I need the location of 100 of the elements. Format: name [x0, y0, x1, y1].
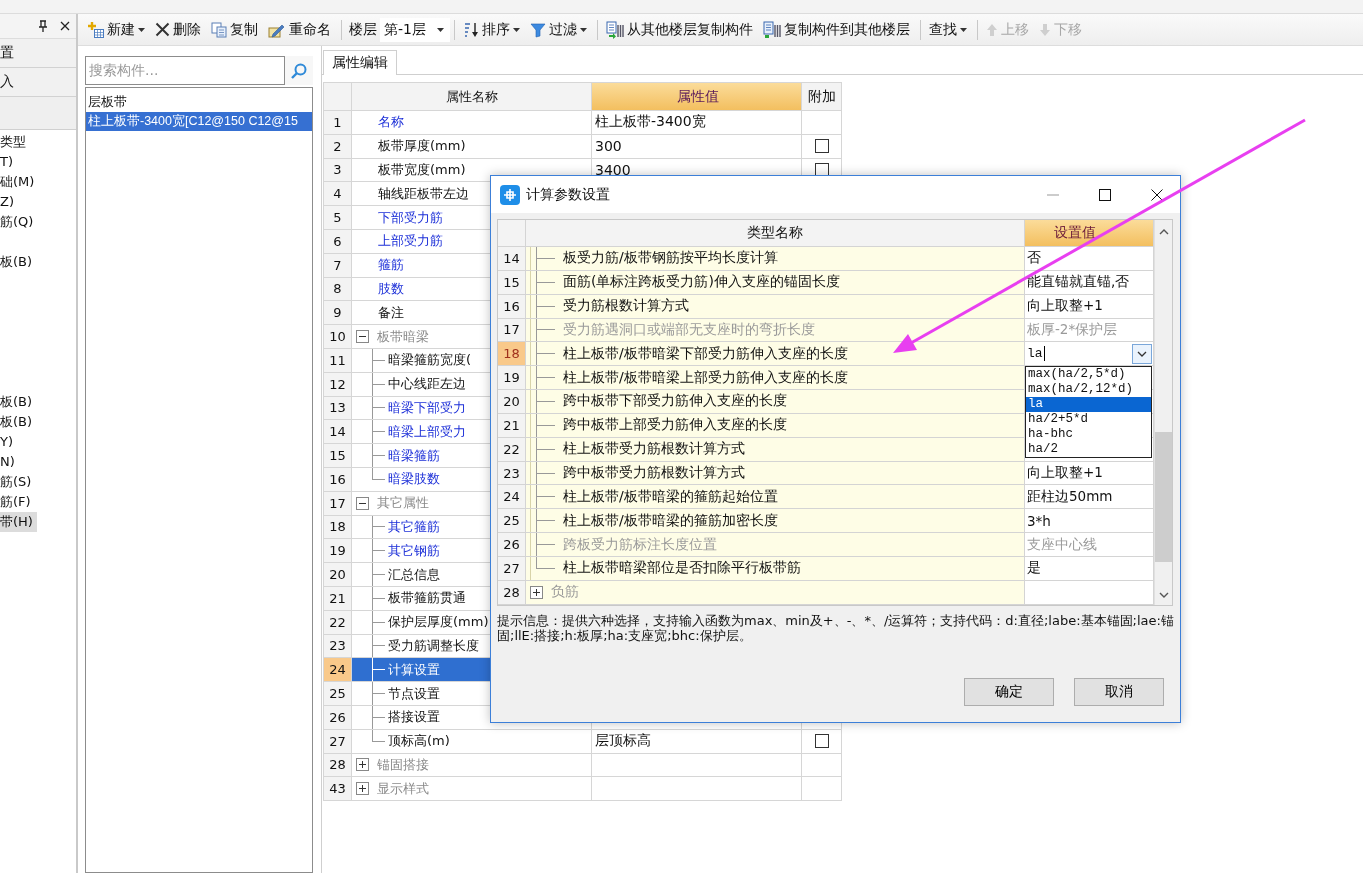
- floor-select[interactable]: 第-1层: [380, 17, 450, 42]
- toolbar-button[interactable]: 查找: [925, 16, 971, 43]
- up-arrow-icon: [986, 22, 998, 37]
- row-number: 1: [324, 111, 352, 135]
- dropdown-option[interactable]: max(ha/2,12*d): [1026, 382, 1151, 397]
- caret-icon: [437, 27, 444, 32]
- list-item[interactable]: 层板带: [86, 93, 312, 112]
- property-name: 名称: [352, 111, 592, 135]
- setting-value[interactable]: 距柱边50mm: [1025, 485, 1154, 510]
- tree-item[interactable]: N): [0, 452, 19, 472]
- collapse-icon[interactable]: [356, 330, 369, 344]
- row-number: 21: [498, 413, 526, 438]
- tree-item[interactable]: 板(B): [0, 412, 37, 432]
- setting-value[interactable]: 向上取整+1: [1025, 461, 1154, 486]
- search-button[interactable]: [285, 56, 313, 85]
- tree-item[interactable]: Z): [0, 192, 18, 212]
- tree-item[interactable]: 板(B): [0, 392, 37, 412]
- toolbar-button[interactable]: 新建: [84, 16, 149, 43]
- toolbar-button[interactable]: 删除: [151, 16, 205, 43]
- tree-item[interactable]: 类型: [0, 132, 30, 152]
- documents-arrow-icon: [606, 20, 624, 39]
- dropdown-button[interactable]: [1132, 343, 1152, 364]
- value-field[interactable]: la: [1025, 342, 1132, 366]
- dropdown-option[interactable]: max(ha/2,5*d): [1026, 367, 1151, 382]
- tree-item[interactable]: Y): [0, 432, 17, 452]
- property-value[interactable]: 300: [592, 134, 802, 159]
- row-number: 9: [324, 301, 352, 326]
- dialog-button[interactable]: 确定: [964, 678, 1054, 706]
- setting-name: 跨板受力筋标注长度位置: [526, 533, 1025, 557]
- row-number: 20: [324, 563, 352, 587]
- setting-value[interactable]: 3*h: [1025, 509, 1154, 534]
- column-header: 设置值: [1025, 220, 1154, 247]
- dropdown-option[interactable]: ha/2+5*d: [1026, 412, 1151, 427]
- scrollbar-thumb[interactable]: [1155, 432, 1172, 562]
- property-name: 顶标高(m): [352, 729, 592, 754]
- dropdown-option[interactable]: la: [1026, 397, 1151, 412]
- plus-grid-icon: [88, 21, 104, 38]
- property-name: 板带厚度(mm): [352, 134, 592, 159]
- checkbox[interactable]: [814, 139, 829, 154]
- tree-item[interactable]: 板(B): [0, 252, 37, 272]
- close-icon[interactable]: [60, 21, 70, 31]
- row-number: 2: [324, 134, 352, 159]
- row-number: 4: [324, 182, 352, 207]
- row-number: 18: [498, 342, 526, 367]
- row-number: 20: [498, 390, 526, 414]
- setting-name: 跨中板带下部受力筋伸入支座的长度: [526, 390, 1025, 414]
- collapse-icon[interactable]: [356, 496, 369, 510]
- tree-item[interactable]: 筋(F): [0, 492, 35, 512]
- expand-icon[interactable]: [356, 782, 369, 796]
- panel-tab[interactable]: 置: [0, 39, 76, 68]
- toolbar-button[interactable]: 复制: [207, 16, 262, 43]
- row-number: 28: [498, 580, 526, 605]
- row-number: 19: [498, 366, 526, 391]
- toolbar-button[interactable]: 过滤: [526, 16, 591, 43]
- checkbox[interactable]: [814, 734, 829, 749]
- property-value[interactable]: 层顶标高: [592, 729, 802, 754]
- dropdown-option[interactable]: ha/2: [1026, 442, 1151, 457]
- toolbar-button[interactable]: 复制构件到其他楼层: [759, 16, 914, 43]
- pin-icon[interactable]: [38, 20, 48, 32]
- setting-value[interactable]: 向上取整+1: [1025, 294, 1154, 319]
- dropdown-option[interactable]: ha-bhc: [1026, 427, 1151, 442]
- row-number: 23: [498, 461, 526, 486]
- list-item[interactable]: 柱上板带-3400宽[C12@150 C12@15: [86, 112, 312, 131]
- tree-item[interactable]: T): [0, 152, 17, 172]
- setting-name: 柱上板带暗梁部位是否扣除平行板带筋: [526, 556, 1025, 581]
- tree-item[interactable]: 带(H): [0, 512, 37, 532]
- expand-icon[interactable]: [356, 758, 369, 772]
- copy-icon: [211, 21, 227, 38]
- documents-icon: [763, 20, 781, 39]
- column-header: 属性值: [592, 83, 802, 111]
- tree-item[interactable]: 筋(S): [0, 472, 36, 492]
- panel-tab[interactable]: 入: [0, 68, 76, 97]
- setting-name: 柱上板带/板带暗梁的箍筋加密长度: [526, 509, 1025, 534]
- row-number: 12: [324, 372, 352, 397]
- down-arrow-icon: [1039, 22, 1051, 37]
- setting-value[interactable]: 是: [1025, 556, 1154, 581]
- property-value[interactable]: 柱上板带-3400宽: [592, 111, 802, 135]
- row-number: 24: [498, 485, 526, 510]
- cross-icon: [155, 22, 170, 37]
- setting-name: 柱上板带/板带暗梁下部受力筋伸入支座的长度: [526, 342, 1025, 367]
- row-number: 27: [324, 729, 352, 754]
- tree-item[interactable]: 筋(Q): [0, 212, 38, 232]
- setting-value[interactable]: 否: [1025, 247, 1154, 271]
- search-icon: [291, 62, 307, 79]
- maximize-icon: [1099, 188, 1111, 201]
- row-number: 26: [324, 705, 352, 730]
- row-number: 18: [324, 515, 352, 540]
- toolbar-button[interactable]: 排序: [459, 16, 524, 43]
- tree-item[interactable]: 础(M): [0, 172, 39, 192]
- dialog-button[interactable]: 取消: [1074, 678, 1164, 706]
- toolbar-button[interactable]: 从其他楼层复制构件: [602, 16, 757, 43]
- row-number: 5: [324, 206, 352, 230]
- scroll-down-icon[interactable]: [1158, 591, 1169, 599]
- chevron-down-icon: [1137, 350, 1147, 357]
- panel-tab[interactable]: 属性编辑: [323, 50, 397, 75]
- scroll-up-icon[interactable]: [1158, 228, 1169, 236]
- row-number: 21: [324, 586, 352, 611]
- toolbar-button[interactable]: 重命名: [264, 16, 335, 43]
- filter-icon: [530, 21, 546, 38]
- checkbox[interactable]: [814, 163, 829, 177]
